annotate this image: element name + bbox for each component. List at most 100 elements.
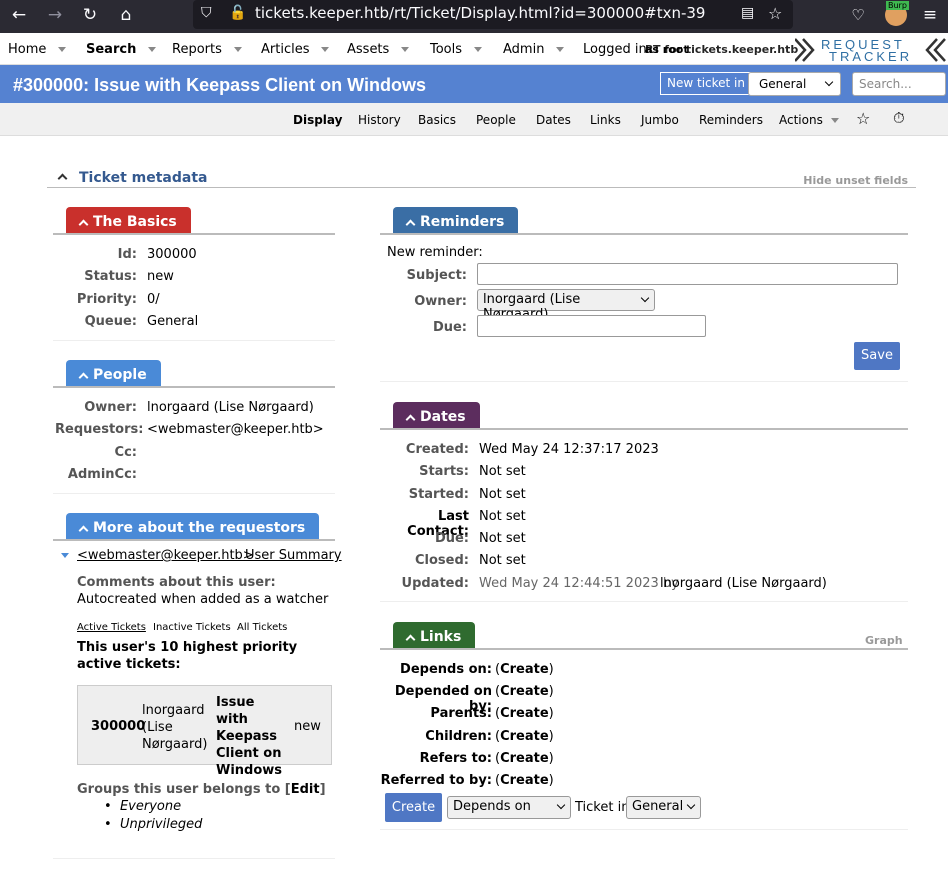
links-depended-on-by-create[interactable]: (Create) [495,684,554,699]
quick-search-input[interactable]: Search... [852,72,946,96]
links-panel-tab[interactable]: Links [393,622,476,650]
reminders-panel-tab[interactable]: Reminders [393,207,519,235]
requestors-bottom [53,858,335,859]
burp-badge: Burp [886,1,909,10]
ticket-row-id[interactable]: 300000 [91,719,145,734]
back-icon[interactable]: ← [9,5,29,25]
collapse-metadata-icon[interactable] [57,173,68,184]
hamburger-menu-icon[interactable]: ≡ [920,5,940,25]
tab-history[interactable]: History [358,113,401,127]
collapse-reminders-icon[interactable] [405,219,416,230]
reminder-save-button[interactable]: Save [854,342,900,370]
requestor-ticket-row[interactable]: 300000 lnorgaard (Lise Nørgaard) Issue w… [77,685,332,778]
dates-panel-tab[interactable]: Dates [393,402,480,430]
tab-jumbo[interactable]: Jumbo [641,113,679,127]
links-refers-to-label: Refers to: [419,751,492,766]
ticket-row-subject[interactable]: Issue with Keepass Client on Windows [216,694,288,779]
new-ticket-queue-select[interactable]: General [748,72,841,96]
home-icon[interactable]: ⌂ [116,5,136,25]
inactive-tickets-tab[interactable]: Inactive Tickets [153,622,231,633]
basics-queue-label: Queue: [84,314,137,329]
dates-last-contact-value: Not set [479,509,526,524]
hide-unset-fields-link[interactable]: Hide unset fields [803,174,908,187]
ticket-metadata-title[interactable]: Ticket metadata [79,170,207,186]
dates-closed-value: Not set [479,553,526,568]
collapse-dates-icon[interactable] [405,414,416,425]
links-queue-select[interactable]: General [626,796,701,819]
url-text[interactable]: tickets.keeper.htb/rt/Ticket/Display.htm… [255,4,705,22]
reload-icon[interactable]: ↻ [80,5,100,25]
collapse-requestors-icon[interactable] [78,525,89,536]
links-parents-create[interactable]: (Create) [495,706,554,721]
browser-toolbar: ← → ↻ ⌂ ⛉ 🔓 tickets.keeper.htb/rt/Ticket… [0,0,948,33]
basics-panel-tab[interactable]: The Basics [66,207,191,235]
links-depends-on-create[interactable]: (Create) [495,662,554,677]
links-referred-to-by-label: Referred to by: [380,773,492,788]
links-referred-to-by-create[interactable]: (Create) [495,773,554,788]
user-summary-link[interactable]: User Summary [245,548,342,563]
reminder-subject-input[interactable] [477,263,898,285]
links-create-button[interactable]: Create [385,793,442,822]
reminder-owner-select[interactable]: lnorgaard (Lise Nørgaard) [477,289,655,322]
top-tickets-heading: This user's 10 highest priority active t… [77,640,298,672]
tab-dates[interactable]: Dates [536,113,571,127]
links-type-select[interactable]: Depends on [447,796,571,819]
tab-reminders[interactable]: Reminders [699,113,763,127]
new-ticket-button[interactable]: New ticket in [660,72,752,95]
dates-updated-value[interactable]: Wed May 24 12:44:51 2023 by [479,576,679,591]
menu-articles[interactable]: Articles [261,42,330,57]
shield-icon[interactable]: ⛉ [201,5,212,21]
tab-display[interactable]: Display [293,113,342,127]
collapse-people-icon[interactable] [78,372,89,383]
pocket-icon[interactable]: ♡ [848,5,868,25]
menu-assets[interactable]: Assets [347,42,410,57]
comments-label: Comments about this user: [77,575,276,590]
expand-requestor-icon[interactable] [61,553,69,558]
menu-tools[interactable]: Tools [430,42,483,57]
all-tickets-tab[interactable]: All Tickets [237,622,287,633]
menu-search[interactable]: Search [86,42,157,57]
tab-basics[interactable]: Basics [418,113,456,127]
reader-mode-icon[interactable]: ▤ [741,5,754,21]
groups-edit-link[interactable]: Edit [291,782,320,797]
timer-icon[interactable]: ⏱ [893,109,905,127]
extension-avatar-icon[interactable]: Burp [885,1,909,26]
links-depends-on-label: Depends on: [400,662,492,677]
links-children-create[interactable]: (Create) [495,729,554,744]
tab-actions[interactable]: Actions [779,113,839,127]
ticket-title: #300000: Issue with Keepass Client on Wi… [13,75,426,95]
links-graph-link[interactable]: Graph [865,634,903,647]
people-owner-value[interactable]: lnorgaard (Lise Nørgaard) [147,400,314,415]
insecure-lock-icon[interactable]: 🔓 [229,5,246,21]
active-tickets-tab[interactable]: Active Tickets [77,622,146,633]
forward-icon[interactable]: → [45,5,65,25]
people-requestors-value[interactable]: <webmaster@keeper.htb> [147,422,324,437]
rt-main-menu: Home Search Reports Articles Assets Tool… [0,33,948,65]
comments-value: Autocreated when added as a watcher [77,592,329,607]
dates-created-label: Created: [405,442,469,457]
requestors-panel-tab[interactable]: More about the requestors [66,513,320,541]
groups-label: Groups this user belongs to [Edit] [77,782,326,797]
menu-admin[interactable]: Admin [503,42,565,57]
collapse-links-icon[interactable] [405,634,416,645]
dates-divider [380,428,908,430]
collapse-basics-icon[interactable] [78,219,89,230]
bookmark-star-icon[interactable]: ☆ [768,4,782,23]
basics-divider [53,233,335,235]
dates-started-value: Not set [479,487,526,502]
links-refers-to-create[interactable]: (Create) [495,751,554,766]
logged-in-label[interactable]: Logged in [583,42,647,57]
new-reminder-label: New reminder: [387,245,483,260]
menu-home[interactable]: Home [8,42,67,57]
people-panel-tab[interactable]: People [66,360,161,388]
people-admincc-label: AdminCc: [67,467,137,482]
tab-links[interactable]: Links [590,113,621,127]
address-bar[interactable]: ⛉ 🔓 tickets.keeper.htb/rt/Ticket/Display… [193,0,793,29]
menu-reports[interactable]: Reports [172,42,242,57]
reminder-due-input[interactable] [477,315,706,337]
tab-people[interactable]: People [476,113,516,127]
requestor-email-link[interactable]: <webmaster@keeper.htb> [77,548,254,563]
ticket-subnav: Display History Basics People Dates Link… [0,103,948,136]
dates-updated-by[interactable]: lnorgaard (Lise Nørgaard) [660,576,827,591]
bookmark-star-icon[interactable]: ☆ [856,109,870,128]
